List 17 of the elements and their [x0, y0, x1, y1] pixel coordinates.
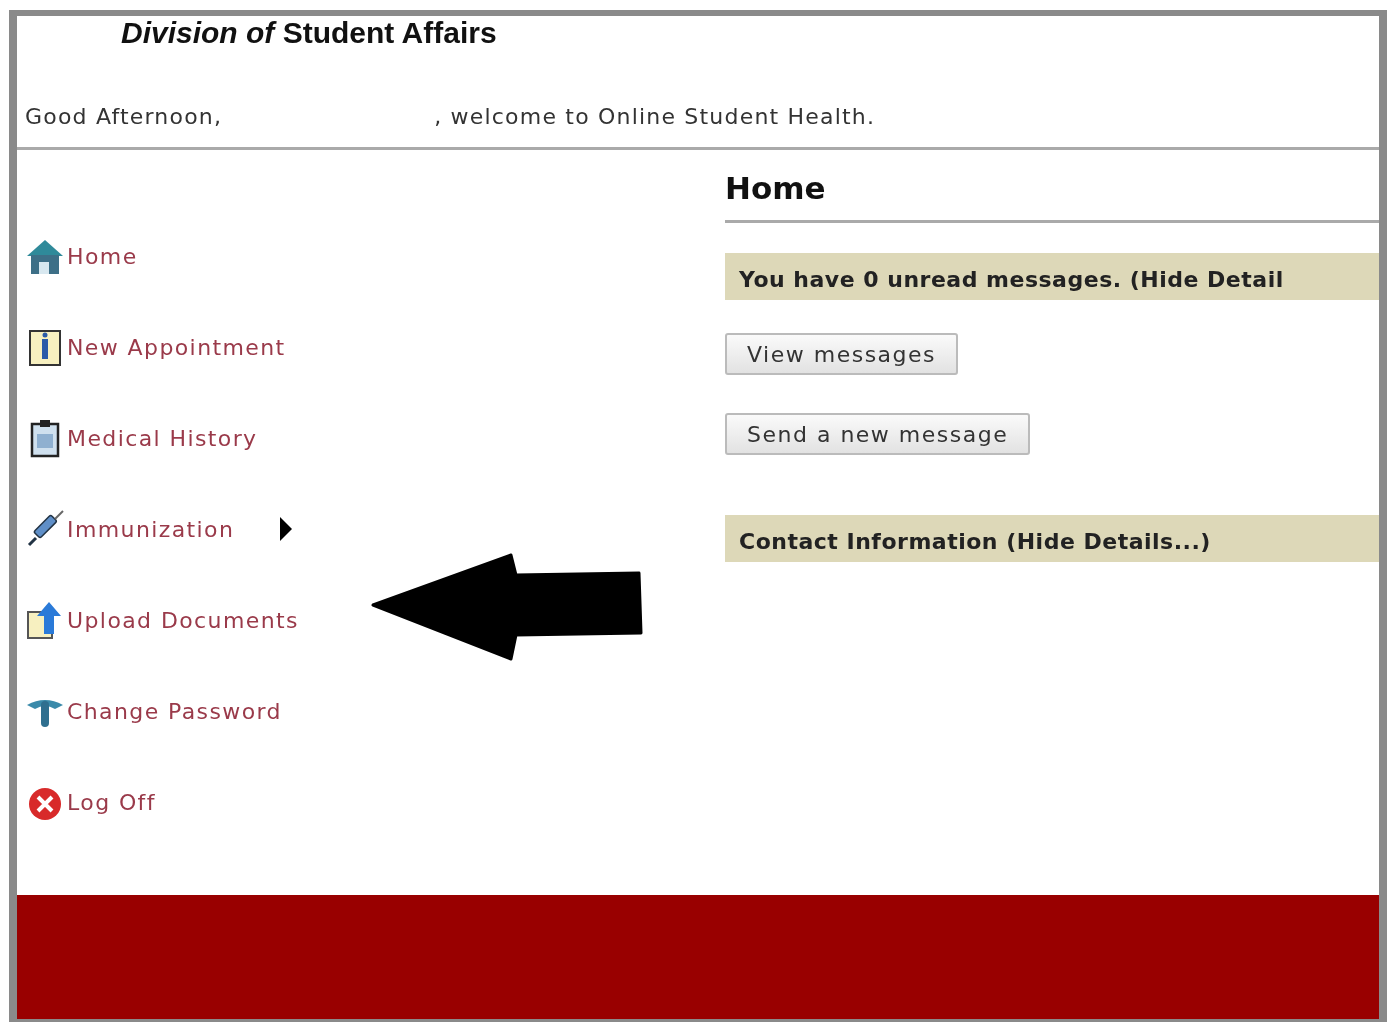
messages-banner[interactable]: You have 0 unread messages. (Hide Detail [725, 253, 1379, 300]
send-message-button[interactable]: Send a new message [725, 413, 1031, 455]
site-title: Division of Student Affairs [121, 16, 497, 50]
caret-icon [280, 517, 293, 541]
syringe-icon [25, 509, 65, 549]
nav-link[interactable]: Upload Documents [25, 598, 725, 642]
greeting-text: Good Afternoon, [25, 104, 223, 129]
nav-link[interactable]: Medical History [25, 416, 725, 460]
page-heading: Home [725, 170, 1379, 223]
contact-banner[interactable]: Contact Information (Hide Details...) [725, 515, 1379, 562]
nav-link[interactable]: Change Password [25, 689, 725, 733]
welcome-text: , welcome to Online Student Health. [434, 104, 876, 129]
nav-link[interactable]: Immunization [25, 507, 725, 551]
nav-link[interactable]: New Appointment [25, 325, 725, 369]
view-messages-button[interactable]: View messages [725, 333, 959, 375]
nav-link[interactable]: Home [25, 234, 725, 278]
nav-link[interactable]: Log Off [25, 780, 725, 824]
